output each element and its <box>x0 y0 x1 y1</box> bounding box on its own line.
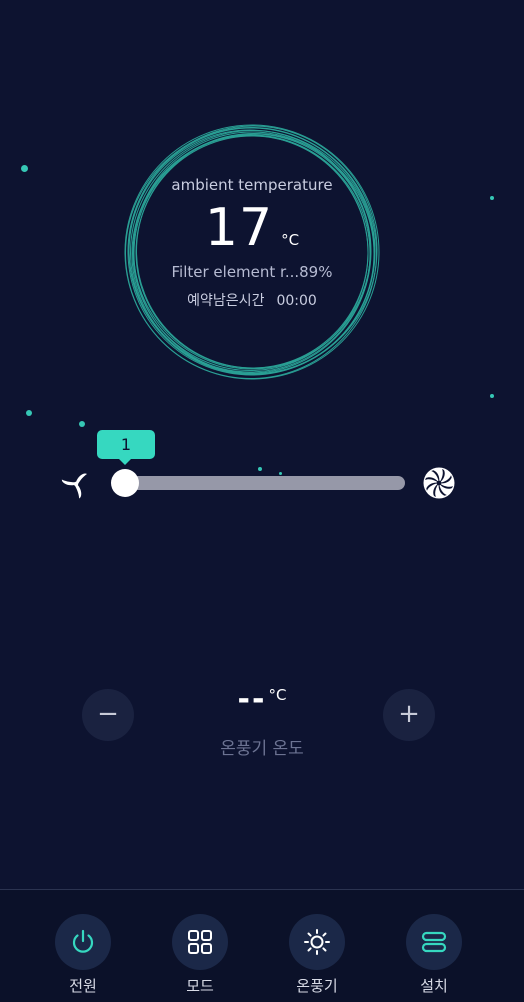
particle-dot <box>79 421 85 427</box>
grid-icon <box>172 914 228 970</box>
nav-label-mode: 모드 <box>186 977 214 995</box>
power-icon <box>55 914 111 970</box>
nav-label-install: 설치 <box>420 977 448 995</box>
increase-temperature-button[interactable]: + <box>383 689 435 741</box>
fan-speed-slider-thumb[interactable] <box>111 469 139 497</box>
fan-speed-track[interactable] <box>120 476 405 490</box>
ambient-temperature-unit: °C <box>281 231 300 249</box>
ambient-temperature-display: 17 °C <box>120 198 384 262</box>
particle-dot <box>258 467 262 471</box>
nav-item-heater[interactable]: 온풍기 <box>267 890 367 1002</box>
particle-dot <box>490 196 494 200</box>
heater-temperature-label: 온풍기 온도 <box>220 739 304 759</box>
reservation-remaining-row: 예약남은시간 00:00 <box>120 290 384 310</box>
heater-temperature-unit: °C <box>268 686 287 704</box>
fan-speed-tooltip: 1 <box>97 430 155 465</box>
heater-temperature-display: -- °C <box>120 682 404 717</box>
particle-dot <box>26 410 32 416</box>
fan-low-icon <box>61 473 87 499</box>
nav-label-heater: 온풍기 <box>296 977 338 995</box>
heater-temperature-value: -- <box>237 682 267 717</box>
fan-high-icon <box>423 467 455 499</box>
nav-label-power: 전원 <box>69 977 97 995</box>
ambient-temperature-label: ambient temperature <box>171 176 333 194</box>
ambient-temperature-value: 17 <box>204 198 274 258</box>
sun-icon <box>289 914 345 970</box>
particle-dot <box>21 165 28 172</box>
nav-item-power[interactable]: 전원 <box>33 890 133 1002</box>
filter-status-text: Filter element r...89% <box>171 263 333 281</box>
particle-dot <box>490 394 494 398</box>
particle-dot <box>279 472 282 475</box>
settings-bars-icon <box>406 914 462 970</box>
nav-item-mode[interactable]: 모드 <box>150 890 250 1002</box>
reservation-label: 예약남은시간 <box>187 293 265 309</box>
bottom-navigation: 전원 모드 온풍기 설치 <box>0 889 524 1002</box>
reservation-time: 00:00 <box>276 293 317 309</box>
nav-item-install[interactable]: 설치 <box>384 890 484 1002</box>
